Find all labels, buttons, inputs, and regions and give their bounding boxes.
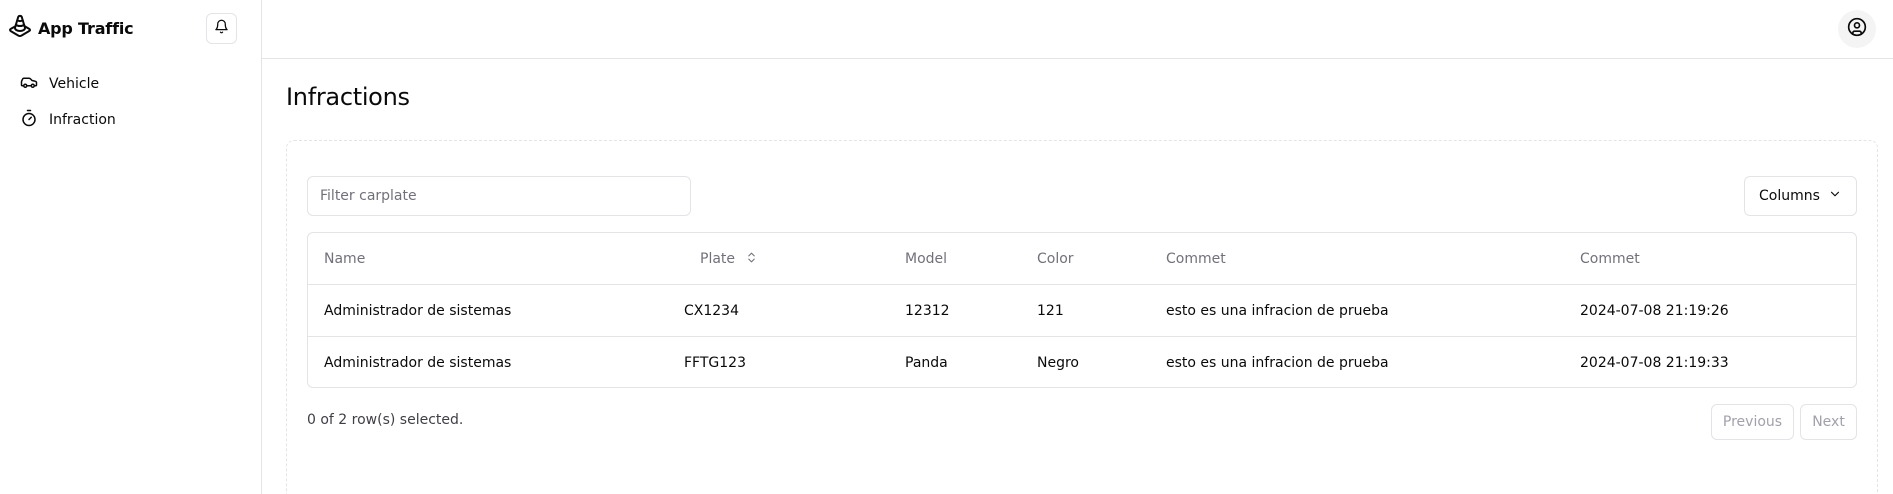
timer-icon — [20, 109, 38, 131]
cell-model: 12312 — [905, 303, 950, 319]
sidebar-item-vehicle[interactable]: Vehicle — [0, 68, 262, 100]
infractions-table: Name Plate Model Color Commet Commet Adm… — [307, 232, 1857, 388]
app-name: App Traffic — [38, 18, 134, 38]
previous-page-button[interactable]: Previous — [1711, 404, 1794, 440]
chevron-down-icon — [1820, 187, 1842, 205]
column-header-commet-date: Commet — [1580, 251, 1640, 267]
sidebar-item-label: Vehicle — [49, 76, 100, 92]
filter-carplate-input[interactable] — [307, 176, 691, 216]
user-circle-icon — [1847, 17, 1867, 41]
column-header-label: Plate — [700, 251, 736, 267]
top-bar — [262, 0, 1893, 59]
brand[interactable]: App Traffic — [8, 14, 134, 42]
column-header-commet: Commet — [1166, 251, 1226, 267]
column-header-model: Model — [905, 251, 948, 267]
cell-model: Panda — [905, 355, 948, 371]
sidebar: App Traffic Vehicle Infraction — [0, 0, 262, 494]
page-title: Infractions — [286, 83, 410, 111]
cell-comment: esto es una infracion de prueba — [1166, 355, 1389, 371]
traffic-cone-icon — [8, 14, 32, 42]
table-row[interactable]: Administrador de sistemas FFTG123 Panda … — [308, 337, 1856, 387]
columns-button-label: Columns — [1759, 188, 1820, 204]
sort-icon[interactable] — [735, 251, 758, 268]
column-header-color: Color — [1037, 251, 1074, 267]
cell-date: 2024-07-08 21:19:33 — [1580, 355, 1729, 371]
columns-button[interactable]: Columns — [1744, 176, 1857, 216]
car-icon — [20, 73, 38, 95]
cell-color: 121 — [1037, 303, 1064, 319]
table-row[interactable]: Administrador de sistemas CX1234 12312 1… — [308, 285, 1856, 337]
column-header-plate[interactable]: Plate — [700, 233, 758, 285]
cell-color: Negro — [1037, 355, 1079, 371]
column-header-name[interactable]: Name — [324, 233, 365, 285]
table-header-row: Name Plate Model Color Commet Commet — [308, 233, 1856, 285]
cell-name: Administrador de sistemas — [324, 355, 512, 371]
cell-comment: esto es una infracion de prueba — [1166, 303, 1389, 319]
next-page-button[interactable]: Next — [1800, 404, 1857, 440]
bell-icon — [214, 19, 229, 38]
cell-name: Administrador de sistemas — [324, 303, 512, 319]
notifications-button[interactable] — [206, 13, 237, 44]
selected-rows-count: 0 of 2 row(s) selected. — [307, 412, 464, 428]
sidebar-item-label: Infraction — [49, 112, 116, 128]
sidebar-nav: Vehicle Infraction — [0, 68, 262, 140]
cell-date: 2024-07-08 21:19:26 — [1580, 303, 1729, 319]
cell-plate: FFTG123 — [684, 355, 746, 371]
sidebar-item-infraction[interactable]: Infraction — [0, 104, 262, 136]
user-menu-button[interactable] — [1838, 10, 1876, 48]
cell-plate: CX1234 — [684, 303, 739, 319]
